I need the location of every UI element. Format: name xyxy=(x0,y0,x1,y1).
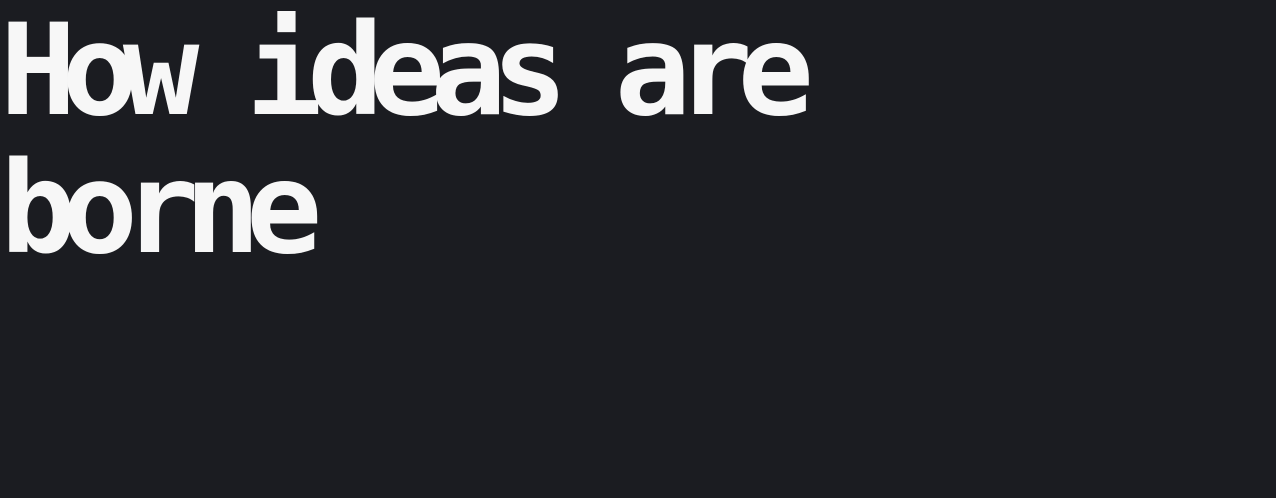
hero-section: How ideas are borne xyxy=(0,0,1276,498)
page-title: How ideas are borne xyxy=(0,0,814,282)
